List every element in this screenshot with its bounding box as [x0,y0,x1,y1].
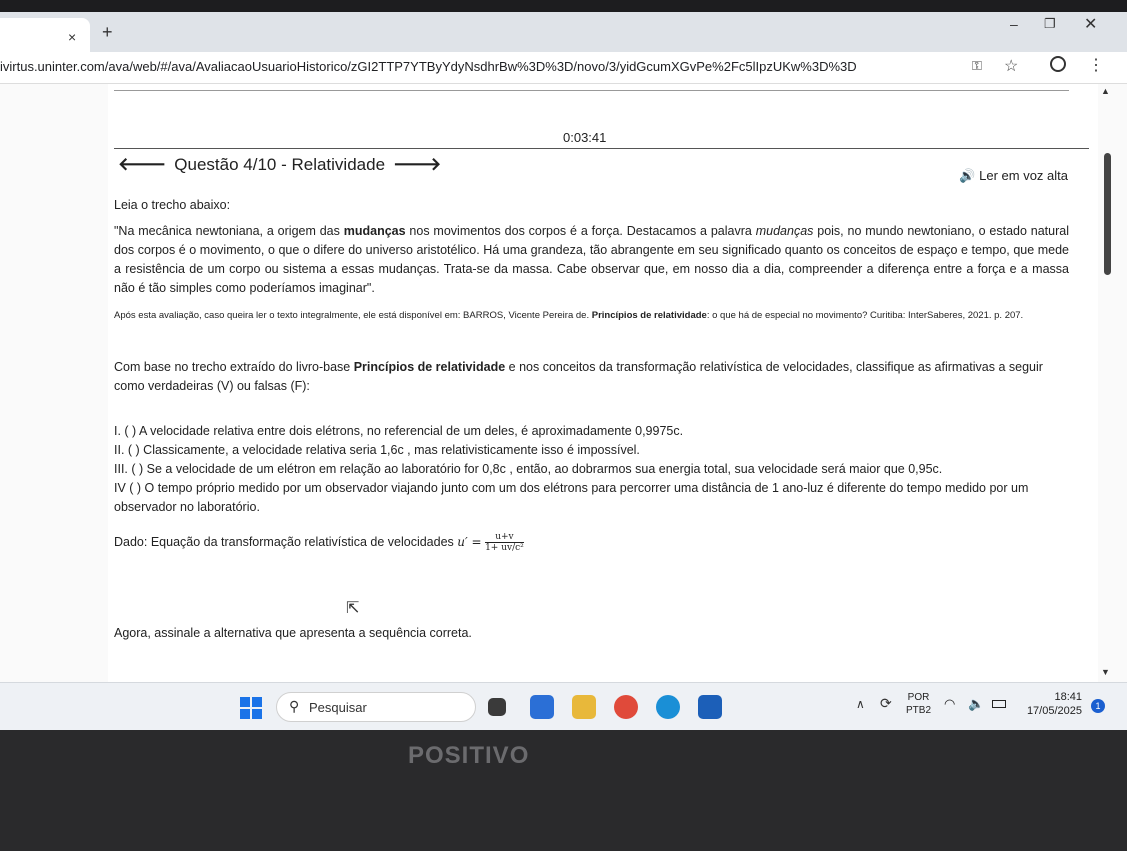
statement-item: IV ( ) O tempo próprio medido por um obs… [114,481,1029,514]
taskbar: ⚲ Pesquisar ∧ ⟳ POR PTB2 ◠ 🔈 18:41 17/05/2… [0,682,1127,730]
question-nav: 🡐 Questão 4/10 - Relatividade 🡒 [118,154,441,175]
store-icon[interactable] [698,695,722,719]
battery-icon[interactable] [992,700,1006,708]
clock[interactable]: 18:41 17/05/2025 [1022,690,1082,718]
windows-start-icon[interactable] [240,697,262,719]
given-equation: Dado: Equação da transformação relativís… [114,532,524,553]
timer: 0:03:41 [563,130,607,145]
close-window-icon[interactable]: ✕ [1084,14,1097,34]
file-explorer-icon[interactable] [572,695,596,719]
task-view-icon[interactable] [488,698,506,716]
url-text[interactable]: ivirtus.uninter.com/ava/web/#/ava/Avalia… [0,59,857,74]
taskbar-search[interactable]: ⚲ Pesquisar [276,692,476,722]
page: 0:03:41 🡐 Questão 4/10 - Relatividade 🡒 … [0,84,1127,682]
scrollbar-thumb[interactable] [1104,153,1111,275]
chat-icon[interactable] [530,695,554,719]
key-icon[interactable]: ⚿ [972,58,982,74]
mouse-cursor-icon: ⇱ [346,600,360,617]
browser-tab[interactable]: × [0,18,90,52]
tray-chevron-icon[interactable]: ∧ [856,697,865,711]
intro-text: Leia o trecho abaixo: [114,198,231,212]
quote-paragraph: "Na mecânica newtoniana, a origem das mu… [114,224,1069,295]
source-citation: Após esta avaliação, caso queira ler o t… [114,310,1024,321]
notification-badge[interactable]: 1 [1091,699,1105,713]
volume-icon[interactable]: 🔈 [968,696,984,712]
scroll-down-icon[interactable]: ▼ [1101,667,1110,677]
search-placeholder: Pesquisar [309,700,367,715]
browser-menu-icon[interactable]: ⋮ [1088,55,1104,75]
statement-item: III. ( ) Se a velocidade de um elétron e… [114,462,943,476]
question-prompt: Com base no trecho extraído do livro-bas… [114,360,1043,393]
profile-icon[interactable] [1050,56,1066,72]
next-question-icon[interactable]: 🡒 [393,154,441,175]
statements-list: I. ( ) A velocidade relativa entre dois … [114,422,1069,517]
equation-fraction: u+v 1+ uv/c² [485,532,524,553]
brand-logo: POSITIVO [408,742,530,769]
screen: × + – ❐ ✕ ivirtus.uninter.com/ava/web/#/… [0,0,1127,730]
bezel-top [0,0,1127,12]
maximize-icon[interactable]: ❐ [1044,16,1056,32]
prev-question-icon[interactable]: 🡐 [118,154,166,175]
new-tab-icon[interactable]: + [102,22,113,43]
search-icon: ⚲ [289,698,300,714]
address-bar[interactable]: ivirtus.uninter.com/ava/web/#/ava/Avalia… [0,52,1127,84]
divider [114,148,1089,149]
scroll-up-icon[interactable]: ▲ [1101,86,1110,96]
equation-lhs: u′ = [457,534,482,549]
tab-strip: × + – ❐ ✕ [0,12,1127,52]
divider [114,90,1069,91]
sync-icon[interactable]: ⟳ [880,695,892,712]
final-instruction: Agora, assinale a alternativa que aprese… [114,626,472,640]
tab-close-icon[interactable]: × [68,29,76,45]
question-panel: 0:03:41 🡐 Questão 4/10 - Relatividade 🡒 … [108,84,1098,682]
edge-icon[interactable] [656,695,680,719]
statement-item: I. ( ) A velocidade relativa entre dois … [114,424,684,438]
language-indicator[interactable]: POR PTB2 [906,691,931,717]
read-aloud-button[interactable]: 🔊 Ler em voz alta [959,168,1068,184]
chrome-icon[interactable] [614,695,638,719]
bookmark-star-icon[interactable]: ☆ [1004,56,1018,76]
minimize-icon[interactable]: – [1010,16,1018,32]
wifi-icon[interactable]: ◠ [944,696,955,712]
question-title: Questão 4/10 - Relatividade [174,154,386,174]
statement-item: II. ( ) Classicamente, a velocidade rela… [114,443,640,457]
